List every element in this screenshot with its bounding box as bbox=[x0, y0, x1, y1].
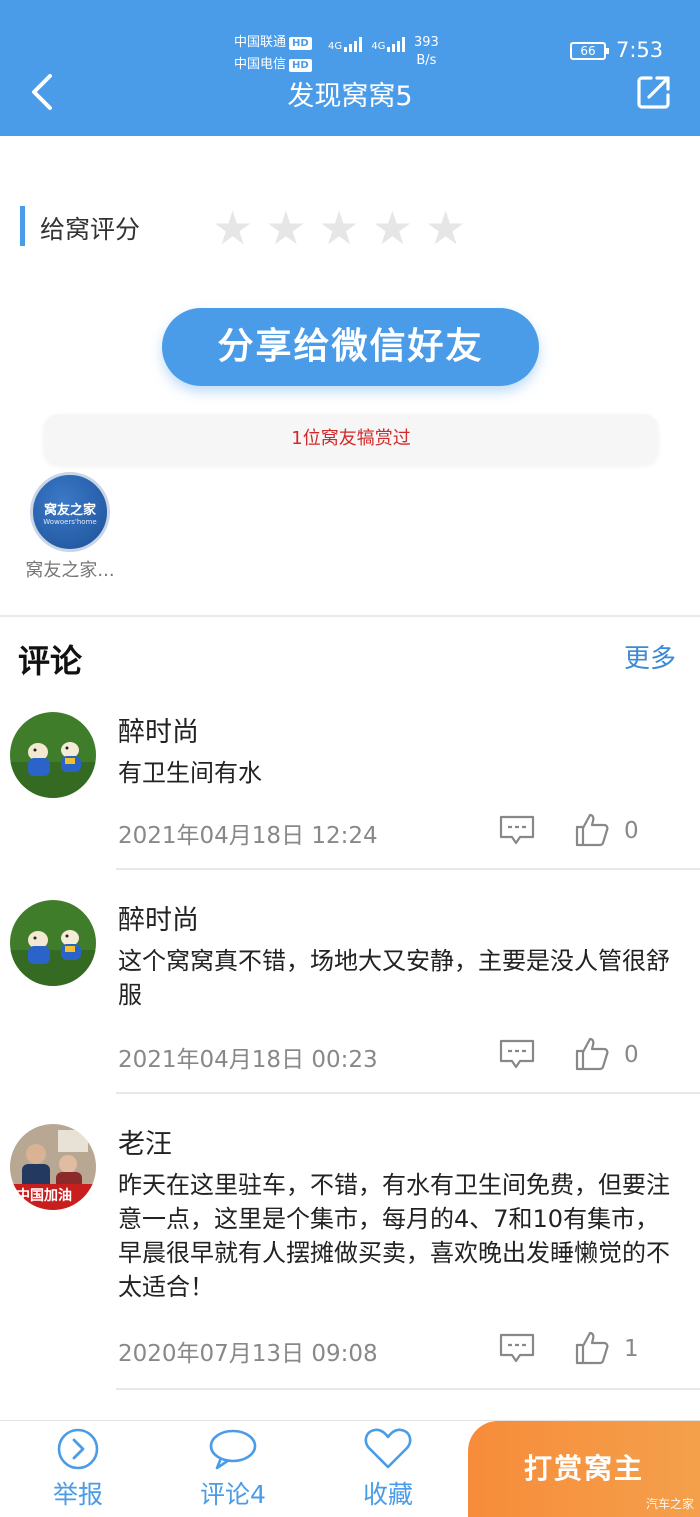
comment-divider bbox=[116, 1388, 700, 1390]
comment-bubble-icon bbox=[499, 1039, 535, 1069]
avatar-caption: 中国加油 bbox=[16, 1188, 72, 1204]
star-icon-5[interactable]: ★ bbox=[425, 202, 466, 254]
speech-bubble-icon bbox=[209, 1429, 257, 1470]
comment-author: 醉时尚 bbox=[118, 717, 199, 748]
top-header: 中国联通 HD 中国电信 HD 4G 4G 393 B/s 66 7:53 发现窝窝… bbox=[0, 0, 700, 136]
hd-badge: HD bbox=[289, 59, 312, 72]
tipper-name: 窝友之家... bbox=[25, 560, 115, 581]
share-button[interactable] bbox=[634, 72, 674, 112]
comment-time: 2021年04月18日 12:24 bbox=[118, 823, 378, 849]
status-carriers: 中国联通 HD 中国电信 HD bbox=[234, 32, 312, 76]
reply-button[interactable] bbox=[498, 814, 536, 846]
comment-bubble-icon bbox=[499, 1333, 535, 1363]
signal-icon: 4G 4G bbox=[328, 36, 406, 52]
comment-label: 评论4 bbox=[200, 1480, 266, 1509]
status-time: 7:53 bbox=[616, 38, 664, 62]
star-icon-1[interactable]: ★ bbox=[212, 202, 253, 254]
comment-text: 这个窝窝真不错，场地大又安静，主要是没人管很舒服 bbox=[118, 947, 670, 1009]
favorite-label: 收藏 bbox=[362, 1480, 413, 1509]
page-title: 发现窝窝5 bbox=[287, 81, 413, 112]
reply-button[interactable] bbox=[498, 1332, 536, 1364]
share-wechat-button[interactable]: 分享给微信好友 bbox=[162, 308, 539, 386]
comment-author: 老汪 bbox=[118, 1129, 172, 1160]
like-count: 0 bbox=[624, 1042, 639, 1068]
battery-icon: 66 bbox=[570, 42, 609, 60]
like-button[interactable] bbox=[574, 1330, 610, 1366]
comment-button[interactable]: 评论4 bbox=[173, 1427, 293, 1511]
watermark: 汽车之家 bbox=[645, 1497, 694, 1511]
like-count: 1 bbox=[624, 1336, 639, 1362]
rating-label: 给窝评分 bbox=[40, 215, 141, 244]
dogs-avatar-image bbox=[10, 900, 96, 986]
heart-icon bbox=[364, 1428, 412, 1469]
comment-divider bbox=[116, 1092, 700, 1094]
comment-author: 醉时尚 bbox=[118, 905, 199, 936]
comment-time: 2020年07月13日 09:08 bbox=[118, 1341, 378, 1367]
avatar[interactable] bbox=[10, 712, 96, 798]
avatar[interactable]: 中国加油 bbox=[10, 1124, 96, 1210]
comment-bubble-icon bbox=[499, 815, 535, 845]
network-speed: 393 B/s bbox=[414, 35, 439, 68]
star-icon-3[interactable]: ★ bbox=[319, 202, 360, 254]
thumbs-up-icon bbox=[575, 1331, 609, 1365]
share-icon bbox=[637, 76, 670, 109]
rating-row: 给窝评分 ★ ★ ★ ★ ★ bbox=[20, 202, 680, 254]
favorite-button[interactable]: 收藏 bbox=[328, 1427, 448, 1511]
rating-stars: ★ ★ ★ ★ ★ bbox=[212, 202, 466, 254]
star-icon-2[interactable]: ★ bbox=[265, 202, 306, 254]
tip-summary: 1位窝友犒赏过 bbox=[44, 414, 658, 464]
comment-text: 有卫生间有水 bbox=[118, 759, 262, 787]
section-divider bbox=[0, 615, 700, 617]
tipper-avatar: 窝友之家 Wowoers'home bbox=[30, 472, 110, 552]
comments-title: 评论 bbox=[18, 642, 83, 680]
report-button[interactable]: 举报 bbox=[18, 1427, 138, 1511]
more-comments-link[interactable]: 更多 bbox=[624, 638, 676, 675]
thumbs-up-icon bbox=[575, 1037, 609, 1071]
like-count: 0 bbox=[624, 818, 639, 844]
comment-divider bbox=[116, 868, 700, 870]
like-button[interactable] bbox=[574, 1036, 610, 1072]
thumbs-up-icon bbox=[575, 813, 609, 847]
reply-button[interactable] bbox=[498, 1038, 536, 1070]
dogs-avatar-image bbox=[10, 712, 96, 798]
report-label: 举报 bbox=[52, 1480, 103, 1509]
comment-time: 2021年04月18日 00:23 bbox=[118, 1047, 378, 1073]
bottom-action-bar: 举报 评论4 收藏 打赏窝主 汽车之家 bbox=[0, 1420, 700, 1517]
carrier-2: 中国电信 bbox=[234, 57, 287, 72]
circle-chevron-right-icon bbox=[57, 1428, 99, 1470]
tipper-item[interactable]: 窝友之家 Wowoers'home 窝友之家... bbox=[20, 472, 120, 582]
avatar[interactable] bbox=[10, 900, 96, 986]
hd-badge: HD bbox=[289, 37, 312, 50]
carrier-1: 中国联通 bbox=[234, 35, 287, 50]
like-button[interactable] bbox=[574, 812, 610, 848]
star-icon-4[interactable]: ★ bbox=[372, 202, 413, 254]
section-accent-bar bbox=[20, 206, 25, 246]
comment-text: 昨天在这里驻车，不错，有水有卫生间免费，但要注意一点，这里是个集市，每月的4、7… bbox=[118, 1171, 670, 1301]
